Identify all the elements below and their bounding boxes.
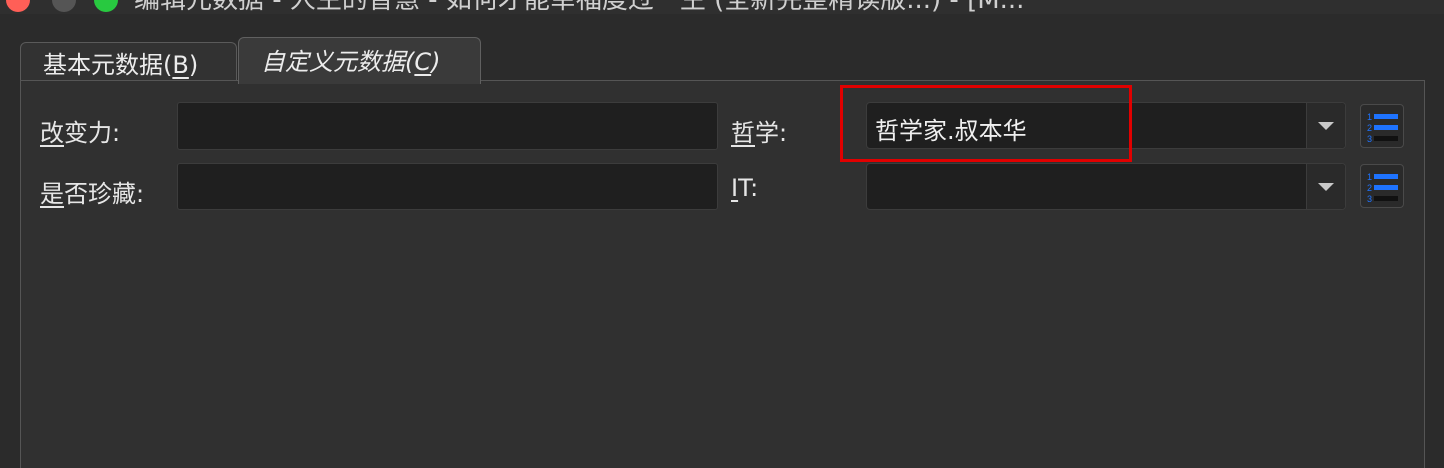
- close-window-button[interactable]: [6, 0, 30, 12]
- minimize-window-button[interactable]: [52, 0, 76, 12]
- philosophy-label-text: 学:: [755, 119, 788, 147]
- is-collected-input[interactable]: [177, 163, 718, 210]
- change-power-label: 改变力:: [40, 113, 120, 148]
- philosophy-mnemonic: 哲: [731, 119, 755, 147]
- is-collected-label-text: 否珍藏:: [64, 180, 145, 208]
- change-power-label-text: 变力:: [64, 119, 121, 147]
- window-title: 编辑元数据 - 人生的智慧 - 如何才能幸福度过一生 (全新完整精读版...) …: [134, 0, 1434, 14]
- numbered-list-icon: 1 2 3: [1367, 172, 1398, 204]
- edit-metadata-window: 编辑元数据 - 人生的智慧 - 如何才能幸福度过一生 (全新完整精读版...) …: [0, 0, 1444, 468]
- it-list-button[interactable]: 1 2 3: [1360, 164, 1404, 208]
- philosophy-label: 哲学:: [731, 113, 787, 148]
- philosophy-value: 哲学家.叔本华: [875, 117, 1027, 145]
- it-label: IT:: [731, 174, 758, 202]
- tab-basic-label-end: ): [188, 51, 199, 79]
- svg-text:3: 3: [1367, 134, 1372, 144]
- is-collected-mnemonic: 是: [40, 180, 64, 208]
- tab-basic-label: 基本元数据(: [43, 51, 173, 79]
- is-collected-label: 是否珍藏:: [40, 174, 144, 209]
- tab-custom-label-end: ): [431, 48, 441, 76]
- maximize-window-button[interactable]: [94, 0, 118, 12]
- svg-text:2: 2: [1367, 183, 1372, 193]
- tab-basic-metadata[interactable]: 基本元数据(B): [20, 42, 237, 84]
- svg-text:3: 3: [1367, 194, 1372, 204]
- philosophy-dropdown-button[interactable]: [1306, 103, 1345, 148]
- it-dropdown-button[interactable]: [1306, 164, 1345, 209]
- svg-text:2: 2: [1367, 123, 1372, 133]
- tab-basic-mnemonic: B: [172, 51, 189, 79]
- it-label-text: T:: [738, 174, 759, 202]
- philosophy-combobox[interactable]: 哲学家.叔本华: [866, 102, 1346, 149]
- philosophy-list-button[interactable]: 1 2 3: [1360, 104, 1404, 148]
- it-combobox[interactable]: [866, 163, 1346, 210]
- tab-custom-label: 自定义元数据(: [261, 48, 415, 76]
- chevron-down-icon: [1318, 183, 1334, 191]
- change-power-input[interactable]: [177, 102, 718, 150]
- svg-text:1: 1: [1367, 112, 1372, 122]
- title-bar: 编辑元数据 - 人生的智慧 - 如何才能幸福度过一生 (全新完整精读版...) …: [0, 0, 1444, 14]
- numbered-list-icon: 1 2 3: [1367, 112, 1398, 144]
- chevron-down-icon: [1318, 122, 1334, 130]
- tab-custom-metadata[interactable]: 自定义元数据(C): [238, 37, 481, 84]
- tab-custom-mnemonic: C: [414, 48, 432, 76]
- svg-text:1: 1: [1367, 172, 1372, 182]
- change-power-mnemonic: 改: [40, 119, 64, 147]
